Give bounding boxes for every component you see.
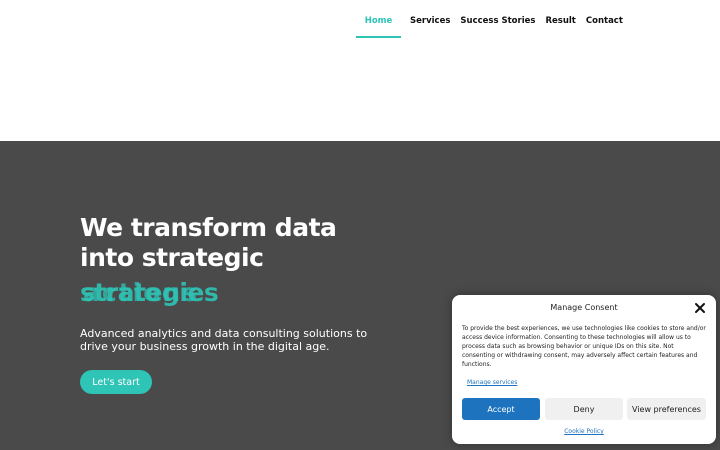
consent-dialog: Manage Consent To provide the best exper… [452,295,716,444]
nav-result[interactable]: Result [545,10,585,38]
hero-description: Advanced analytics and data consulting s… [80,327,368,353]
lets-start-button[interactable]: Let's start [80,370,152,394]
hero-title-line1: We transform data [80,213,337,242]
nav-home[interactable]: Home [356,10,401,38]
view-preferences-button[interactable]: View preferences [627,398,706,420]
nav-contact[interactable]: Contact [586,10,633,38]
site-header: Home Services Success Stories Result Con… [0,0,720,141]
hero-title-line2: into strategic [80,243,264,272]
nav-success-stories[interactable]: Success Stories [460,10,545,38]
accept-button[interactable]: Accept [462,398,540,420]
close-icon[interactable] [694,302,706,314]
consent-body: To provide the best experiences, we use … [462,325,706,368]
hero-title: We transform data into strategic [80,213,337,273]
rotating-word-actions: actions [83,278,200,307]
deny-button[interactable]: Deny [545,398,623,420]
nav-services[interactable]: Services [410,10,460,38]
cookie-policy-row: Cookie Policy [452,428,716,435]
hero-rotating-text: strategies actions [80,278,220,308]
main-nav: Home Services Success Stories Result Con… [356,10,633,38]
manage-services-link[interactable]: Manage services [467,379,517,386]
cookie-policy-link[interactable]: Cookie Policy [564,428,604,435]
consent-title: Manage Consent [550,303,618,312]
